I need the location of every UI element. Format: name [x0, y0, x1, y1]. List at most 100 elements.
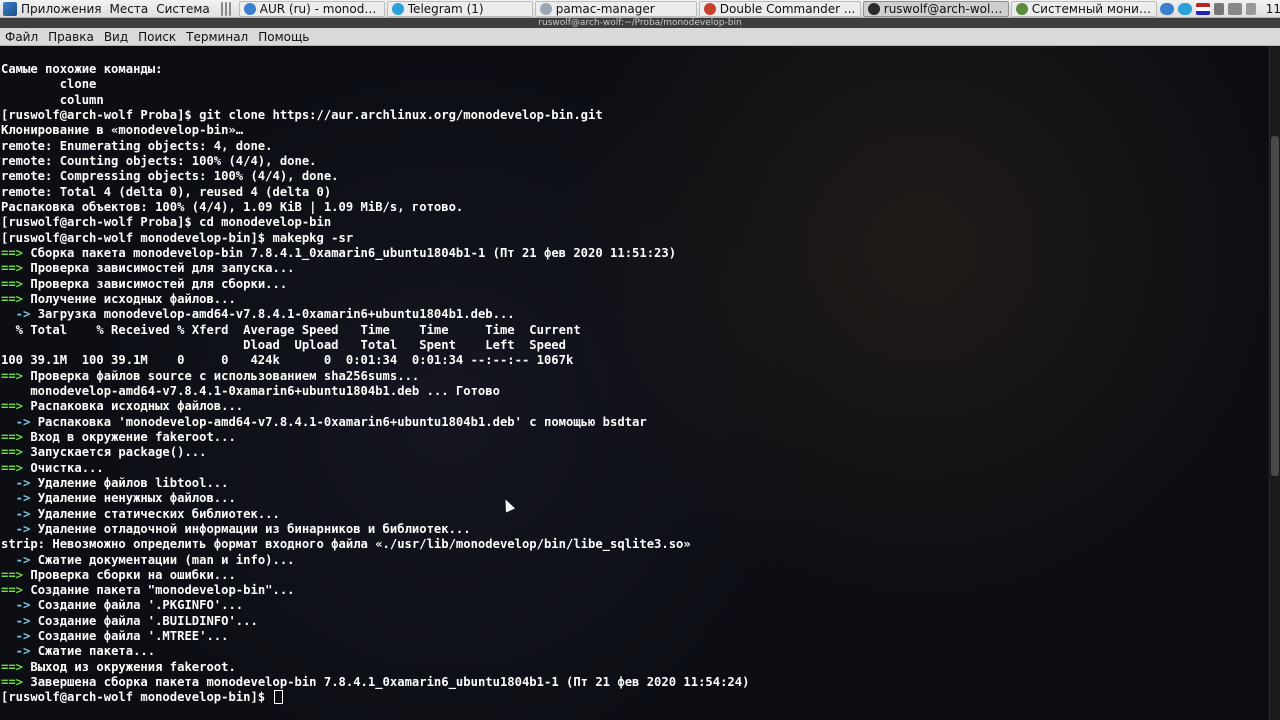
show-desktop-icon[interactable]	[228, 1, 231, 16]
browser-icon	[243, 2, 256, 15]
battery-icon[interactable]	[1245, 2, 1256, 15]
terminal-line: remote: Enumerating objects: 4, done.	[1, 139, 749, 154]
line-prefix: ->	[1, 613, 31, 628]
panel-menu-2[interactable]: Система	[152, 2, 214, 16]
terminal-line: -> Удаление файлов libtool...	[1, 476, 749, 491]
file-manager-launcher-icon[interactable]	[220, 1, 223, 16]
terminal-line: -> Удаление ненужных файлов...	[1, 491, 749, 506]
line-text: Создание файла '.BUILDINFO'...	[30, 613, 258, 628]
line-prefix: ->	[1, 491, 31, 506]
line-text: Загрузка monodevelop-amd64-v7.8.4.1-0xam…	[30, 307, 515, 322]
terminal-menu-3[interactable]: Поиск	[133, 30, 181, 44]
scrollbar[interactable]	[1269, 46, 1280, 720]
terminal-line: -> Создание файла '.PKGINFO'...	[1, 598, 749, 613]
terminal-line: ==> Распаковка исходных файлов...	[1, 399, 749, 414]
terminal-line: -> Создание файла '.BUILDINFO'...	[1, 614, 749, 629]
shell-prompt: [ruswolf@arch-wolf monodevelop-bin]$	[1, 690, 273, 705]
line-text: [ruswolf@arch-wolf monodevelop-bin]$ mak…	[1, 230, 354, 245]
line-text: remote: Compressing objects: 100% (4/4),…	[1, 169, 339, 184]
taskbar-button-2[interactable]: pamac-manager	[534, 0, 697, 17]
terminal-line: clone	[1, 77, 749, 92]
terminal-line: [ruswolf@arch-wolf Proba]$ git clone htt…	[1, 108, 749, 123]
line-prefix: ==>	[1, 399, 24, 414]
clock[interactable]: 11:55:21	[1258, 2, 1280, 16]
prompt-line[interactable]: [ruswolf@arch-wolf monodevelop-bin]$	[1, 690, 749, 705]
taskbar-label: ruswolf@arch-wolf:...	[883, 1, 1004, 16]
taskbar-button-4[interactable]: ruswolf@arch-wolf:...	[862, 0, 1009, 17]
terminal-line: ==> Запускается package()...	[1, 445, 749, 460]
terminal-line: ==> Проверка сборки на ошибки...	[1, 568, 749, 583]
panel-menus: Приложения Места Система	[17, 0, 214, 17]
taskbar-button-0[interactable]: AUR (ru) - monodeve...	[238, 0, 385, 17]
terminal-output[interactable]: Самые похожие команды: clone column [rusw…	[0, 46, 1280, 720]
line-prefix: ->	[1, 598, 31, 613]
terminal-line: ==> Вход в окружение fakeroot...	[1, 430, 749, 445]
line-text: Запускается package()...	[23, 445, 207, 460]
line-text: Распаковка исходных файлов...	[23, 399, 244, 414]
apps-menu-icon[interactable]	[0, 0, 17, 17]
terminal-menu-1[interactable]: Правка	[43, 30, 99, 44]
taskbar-button-3[interactable]: Double Commander ...	[698, 0, 861, 17]
terminal-line: strip: Невозможно определить формат вход…	[1, 537, 749, 552]
terminal-menu-2[interactable]: Вид	[99, 30, 133, 44]
file-manager-icon	[703, 2, 716, 15]
line-text: Проверка зависимостей для запуска...	[23, 261, 295, 276]
network-icon[interactable]	[1227, 2, 1242, 15]
line-prefix: ==>	[1, 445, 24, 460]
panel-menu-1[interactable]: Места	[106, 2, 153, 16]
taskbar-label: AUR (ru) - monodeve...	[259, 1, 380, 16]
line-prefix: ==>	[1, 291, 24, 306]
gnome-foot-icon	[3, 1, 17, 16]
line-text: [ruswolf@arch-wolf Proba]$ git clone htt…	[1, 107, 603, 122]
line-text: Сжатие документации (man и info)...	[30, 552, 295, 567]
line-prefix: ==>	[1, 429, 24, 444]
telegram-tray-icon[interactable]	[1177, 2, 1192, 15]
scrollbar-thumb[interactable]	[1271, 136, 1279, 476]
line-prefix: ==>	[1, 276, 24, 291]
system-tray: 11:55:21	[1158, 0, 1280, 17]
window-title[interactable]: ruswolf@arch-wolf:~/Proba/monodevelop-bi…	[0, 18, 1280, 28]
line-text: Сборка пакета monodevelop-bin 7.8.4.1_0x…	[23, 245, 677, 260]
terminal-menu-5[interactable]: Помощь	[253, 30, 314, 44]
taskbar-button-5[interactable]: Системный монитор	[1010, 0, 1157, 17]
line-text: Завершена сборка пакета monodevelop-bin …	[23, 675, 750, 690]
terminal-line: -> Удаление отладочной информации из бин…	[1, 522, 749, 537]
line-text: [ruswolf@arch-wolf Proba]$ cd monodevelo…	[1, 215, 332, 230]
line-text: Вход в окружение fakeroot...	[23, 429, 236, 444]
terminal-line: column	[1, 93, 749, 108]
line-text: Создание файла '.PKGINFO'...	[30, 598, 244, 613]
line-text: Сжатие пакета...	[30, 644, 156, 659]
telegram-icon	[391, 2, 404, 15]
terminal-line: ==> Завершена сборка пакета monodevelop-…	[1, 675, 749, 690]
line-prefix: ==>	[1, 368, 24, 383]
terminal-launcher-icon[interactable]	[224, 1, 227, 16]
terminal-lines: Самые похожие команды: clone column [rusw…	[1, 62, 749, 706]
line-text: Удаление файлов libtool...	[30, 475, 229, 490]
line-text: Выход из окружения fakeroot.	[23, 659, 236, 674]
volume-icon[interactable]	[1213, 2, 1224, 15]
text-cursor	[273, 690, 283, 705]
terminal-line: -> Сжатие документации (man и info)...	[1, 553, 749, 568]
terminal-line: ==> Получение исходных файлов...	[1, 292, 749, 307]
terminal-line: Самые похожие команды:	[1, 62, 749, 77]
line-prefix: ->	[1, 629, 31, 644]
keyboard-layout-icon[interactable]	[1195, 2, 1210, 15]
terminal-icon	[867, 2, 880, 15]
taskbar-button-1[interactable]: Telegram (1)	[386, 0, 533, 17]
terminal-line: ==> Проверка файлов source с использован…	[1, 369, 749, 384]
line-prefix: ==>	[1, 261, 24, 276]
line-text: Проверка файлов source с использованием …	[23, 368, 420, 383]
update-icon[interactable]	[1159, 2, 1174, 15]
panel-menu-0[interactable]: Приложения	[17, 2, 106, 16]
taskbar-label: pamac-manager	[555, 1, 655, 16]
terminal-menu-4[interactable]: Терминал	[181, 30, 253, 44]
line-text: remote: Total 4 (delta 0), reused 4 (del…	[1, 184, 332, 199]
line-text: Dload Upload Total Spent Left Speed	[1, 337, 566, 352]
line-text: Распаковка объектов: 100% (4/4), 1.09 Ki…	[1, 199, 464, 214]
terminal-menu-0[interactable]: Файл	[0, 30, 43, 44]
terminal-menubar: Файл Правка Вид Поиск Терминал Помощь	[0, 28, 1280, 46]
taskbar-label: Системный монитор	[1031, 1, 1152, 16]
terminal-line: -> Сжатие пакета...	[1, 644, 749, 659]
terminal-line: -> Удаление статических библиотек...	[1, 507, 749, 522]
line-text: strip: Невозможно определить формат вход…	[1, 537, 691, 552]
